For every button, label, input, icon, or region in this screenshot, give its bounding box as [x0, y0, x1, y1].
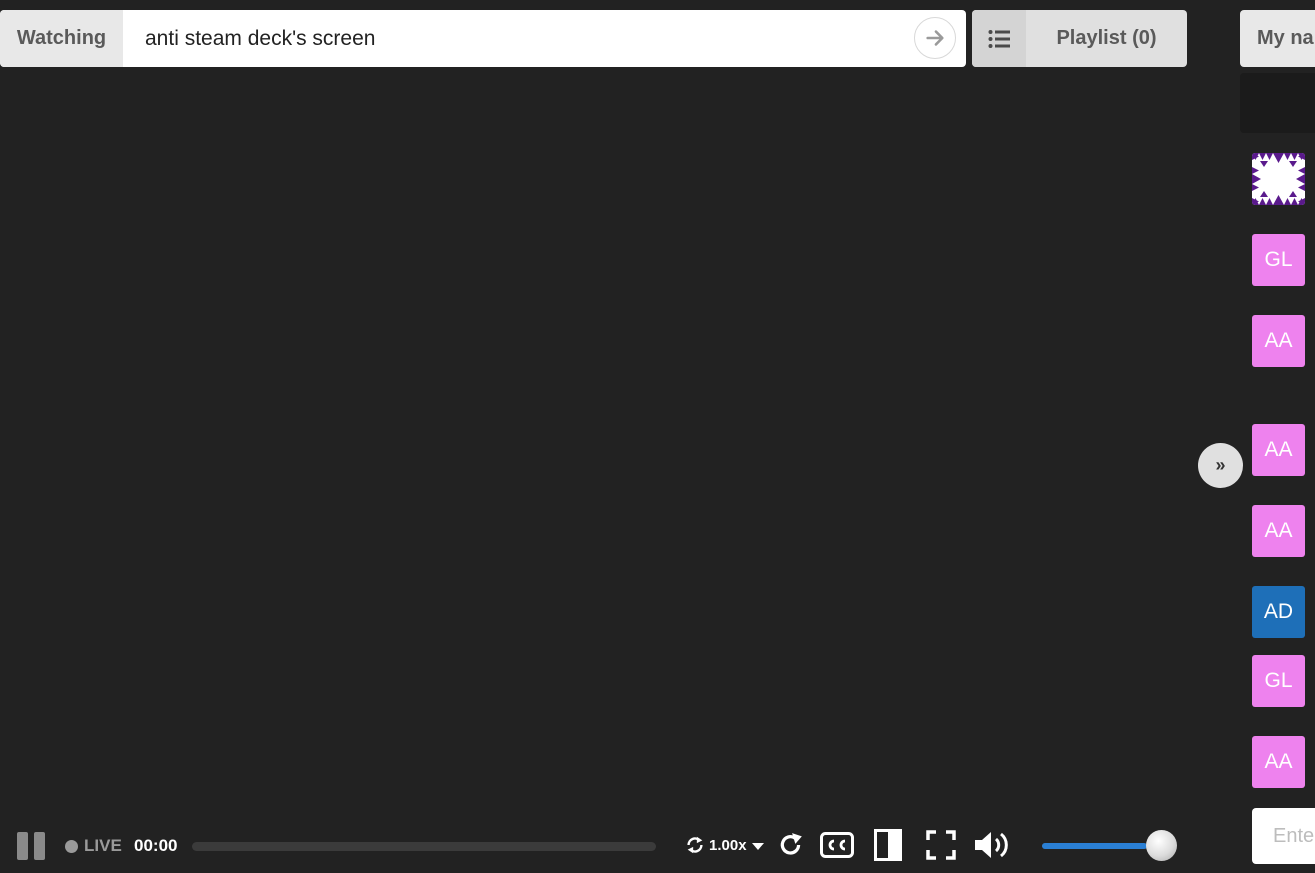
user-avatar: GL: [1252, 655, 1305, 707]
player-controls: LIVE 00:00 1.00x: [0, 820, 1190, 873]
playlist-button[interactable]: Playlist (0): [972, 10, 1187, 67]
playback-speed-button[interactable]: [683, 833, 707, 857]
volume-level: [1042, 843, 1148, 849]
video-player[interactable]: [0, 67, 1190, 817]
theater-mode-icon: [874, 829, 902, 861]
identicon-icon: [1252, 153, 1305, 205]
avatar-initials: AA: [1264, 519, 1293, 542]
chat-input[interactable]: [1252, 808, 1315, 864]
theater-mode-button[interactable]: [872, 829, 904, 861]
chat-input-wrap: [1252, 808, 1315, 864]
arrow-right-icon: [926, 30, 944, 46]
live-indicator-dot: [65, 840, 78, 853]
user-avatar: AD: [1252, 586, 1305, 638]
user-avatar: AA: [1252, 424, 1305, 476]
watch-bar: Watching: [0, 10, 966, 67]
caret-down-icon[interactable]: [752, 843, 764, 850]
current-time: 00:00: [134, 836, 178, 855]
avatar-initials: AA: [1264, 750, 1293, 773]
playlist-icon-box: [972, 10, 1026, 67]
user-avatar-image: [1252, 153, 1305, 205]
user-avatar: AA: [1252, 736, 1305, 788]
my-name-label: My na: [1257, 27, 1314, 49]
reload-button[interactable]: [777, 831, 805, 859]
watching-label: Watching: [0, 10, 123, 67]
user-avatar: AA: [1252, 505, 1305, 557]
my-name-button[interactable]: My na: [1240, 10, 1315, 67]
playback-speed-value[interactable]: 1.00x: [709, 837, 747, 854]
user-avatar: AA: [1252, 315, 1305, 367]
pause-button[interactable]: [16, 831, 46, 861]
go-button[interactable]: [914, 17, 956, 59]
sidebar-header-block: [1240, 73, 1315, 133]
captions-button[interactable]: [820, 831, 854, 859]
collapse-sidebar-button[interactable]: »: [1198, 443, 1243, 488]
playlist-label: Playlist (0): [1056, 27, 1157, 49]
avatar-initials: AD: [1263, 600, 1294, 623]
volume-slider-thumb[interactable]: [1146, 830, 1177, 861]
volume-button[interactable]: [973, 829, 1013, 861]
list-icon: [988, 29, 1010, 48]
avatar-initials: GL: [1264, 248, 1293, 271]
avatar-initials: AA: [1264, 329, 1293, 352]
sync-icon: [687, 836, 703, 854]
live-label: LIVE: [84, 836, 122, 855]
closed-captions-icon: [820, 832, 854, 858]
pause-icon: [17, 832, 45, 860]
avatar-initials: AA: [1264, 438, 1293, 461]
user-avatar: GL: [1252, 234, 1305, 286]
fullscreen-button[interactable]: [925, 829, 957, 861]
avatar-initials: GL: [1264, 669, 1293, 692]
volume-up-icon: [975, 832, 1008, 858]
progress-bar[interactable]: [192, 842, 656, 851]
video-url-input[interactable]: [123, 10, 914, 67]
fullscreen-icon: [926, 830, 956, 860]
redo-icon: [780, 833, 802, 855]
